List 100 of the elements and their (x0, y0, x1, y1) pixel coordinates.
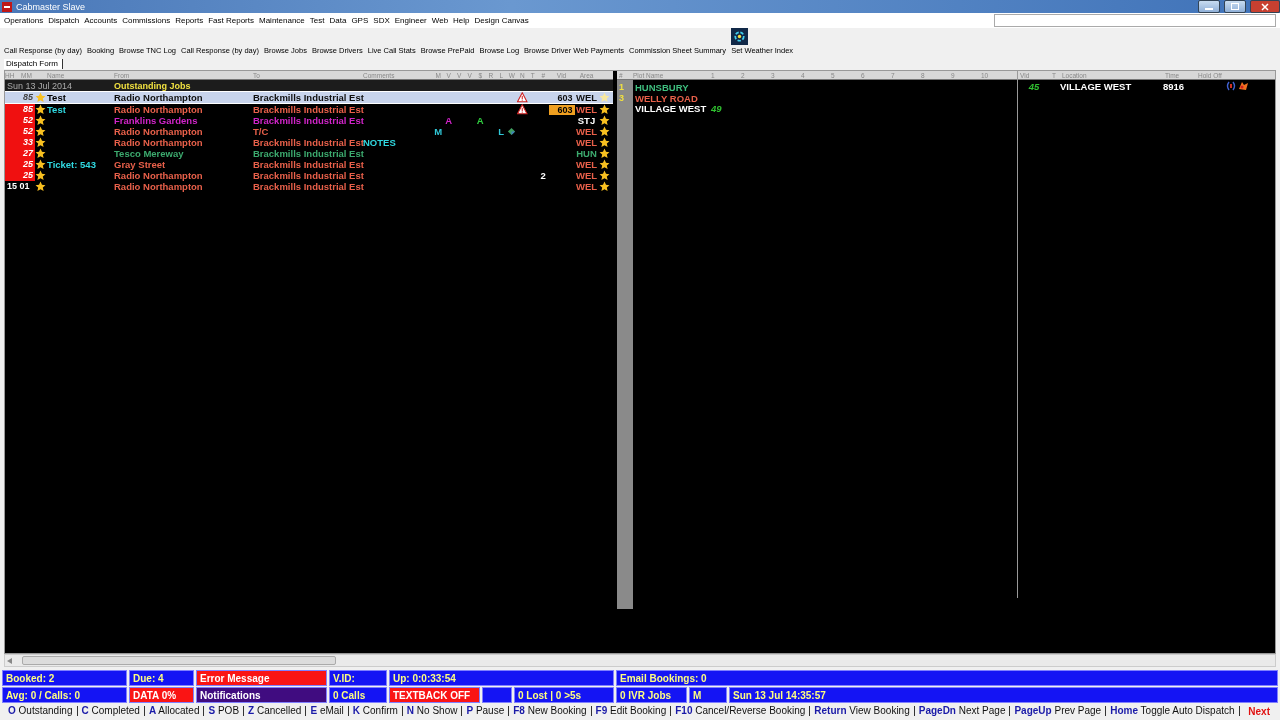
minimize-button[interactable] (1198, 0, 1220, 13)
maximize-icon (1231, 3, 1239, 10)
status-cell: DATA 0% (129, 687, 194, 703)
time-cell: 52 (5, 126, 35, 137)
plot-name[interactable]: HUNSBURY (635, 82, 711, 93)
close-button[interactable] (1250, 0, 1280, 13)
star-icon (35, 170, 46, 181)
star-icon (35, 92, 46, 103)
star-icon (598, 92, 610, 103)
job-row[interactable]: 33 Radio Northampton Brackmills Industrial EstNOTES WEL (5, 137, 613, 148)
star-icon (35, 115, 46, 126)
star-icon (35, 137, 46, 148)
hotkey-hint: PageUp Prev Page (1010, 706, 1107, 716)
hotkey-hint: F10 Cancel/Reverse Booking (671, 706, 811, 716)
to-cell: Brackmills Industrial Est (253, 159, 363, 170)
tab[interactable]: Dispatch Form (4, 59, 63, 69)
menu-item[interactable]: Reports (175, 16, 204, 25)
from-cell-text: Radio Northampton (114, 126, 204, 137)
menu-item[interactable]: Commissions (122, 16, 171, 25)
vehicle-number: 49 (711, 103, 723, 114)
status-cell: V.ID: (329, 670, 387, 686)
arrow-icon[interactable] (7, 657, 12, 664)
status-cell: Up: 0:0:33:54 (389, 670, 614, 686)
area-cell-text: HUN (575, 148, 598, 159)
search-field[interactable] (994, 14, 1276, 27)
to-cell: Brackmills Industrial Est (253, 92, 363, 103)
horizontal-scrollbar[interactable] (4, 654, 1276, 667)
status-cell: 0 IVR Jobs (616, 687, 687, 703)
status-cell: Booked: 2 (2, 670, 127, 686)
menu-item[interactable]: Operations (4, 16, 44, 25)
flag-cell-text: A (444, 115, 454, 126)
menu-item[interactable]: Fast Reports (208, 16, 254, 25)
area-cell: WEL (574, 170, 599, 181)
hotkey-hint: Return View Booking (810, 706, 915, 716)
status-cell: Avg: 0 / Calls: 0 (2, 687, 127, 703)
menu-item[interactable]: GPS (351, 16, 369, 25)
time-cell: 85 (5, 104, 35, 115)
menu-item[interactable]: Data (329, 16, 347, 25)
job-row[interactable]: 52 Radio Northampton T/C M L WEL (5, 126, 613, 137)
star-icon (598, 170, 610, 181)
weather-icon[interactable] (731, 28, 748, 45)
menu-item[interactable]: Engineer (394, 16, 427, 25)
job-row[interactable]: 15 01 Radio Northampton Brackmills Industrial Est WEL (5, 181, 613, 192)
warning-icon (517, 92, 528, 103)
next-link[interactable]: Next (1248, 705, 1270, 717)
vehicle-cell: 603 (548, 104, 575, 115)
menu-item[interactable]: Dispatch (48, 16, 80, 25)
from-cell-text: Franklins Gardens (114, 115, 199, 126)
flag-cell-text: A (475, 115, 485, 126)
status-cell: Notifications (196, 687, 327, 703)
to-cell: Brackmills Industrial Est (253, 148, 363, 159)
status-cell: Sun 13 Jul 14:35:57 (729, 687, 1278, 703)
menu-item[interactable]: SDX (373, 16, 390, 25)
star-icon (35, 126, 46, 137)
job-row[interactable]: 25 Radio Northampton Brackmills Industrial Est 2 WEL (5, 170, 613, 181)
menu-item[interactable]: Accounts (84, 16, 118, 25)
menu-item[interactable]: Web (431, 16, 449, 25)
status-cell (482, 687, 512, 703)
area-cell: WEL (574, 159, 599, 170)
job-row[interactable]: 85 Test Radio Northampton Brackmills Industrial Est 603 WEL (5, 91, 613, 104)
to-cell: Brackmills Industrial Est (253, 170, 363, 181)
to-cell: Brackmills Industrial Est (253, 104, 363, 115)
to-cell: Brackmills Industrial Est (253, 181, 363, 192)
job-row[interactable]: 52 Franklins Gardens Brackmills Industrial Est A A STJ (5, 115, 613, 126)
hotkey-hint: K Confirm (348, 706, 403, 716)
menu-item[interactable]: Help (453, 16, 470, 25)
comments-cell-text: NOTES (363, 137, 397, 148)
plot-number: 3 (618, 92, 625, 103)
job-row[interactable]: 85 Test Radio Northampton Brackmills Industrial Est 603 WEL (5, 104, 613, 115)
from-cell-text: Radio Northampton (114, 170, 204, 181)
area-cell: WEL (574, 92, 599, 103)
hotkey-hint: F8 New Booking (509, 706, 592, 716)
plot-name[interactable]: WELLY ROAD (635, 92, 711, 104)
date-label: Sun 13 Jul 2014 (6, 80, 74, 91)
flag-cell: M (433, 126, 444, 137)
plot-number: 1 (618, 82, 625, 93)
from-cell-text: Radio Northampton (114, 104, 204, 115)
warning-icon (517, 104, 528, 115)
to-cell: Brackmills Industrial Est (253, 115, 363, 126)
menu-item[interactable]: Design Canvas (474, 16, 529, 25)
close-icon (1261, 2, 1269, 11)
hotkey-hint: PageDn Next Page (914, 706, 1011, 716)
to-cell: Brackmills Industrial Est (253, 137, 363, 148)
job-row[interactable]: 25 Ticket: 543 Gray Street Brackmills Industrial Est WEL (5, 159, 613, 170)
menu-item[interactable]: Test (309, 16, 325, 25)
hotkey-hint: F9 Edit Booking (591, 706, 672, 716)
hotkey-hint: C Completed (77, 706, 145, 716)
star-icon (598, 126, 610, 137)
hotkey-hint: P Pause (462, 706, 510, 716)
signal-icon (1226, 81, 1236, 91)
menu-item[interactable]: Maintenance (259, 16, 305, 25)
status-cell: TEXTBACK OFF (389, 687, 480, 703)
name-cell-text: Test (47, 92, 67, 103)
star-icon (598, 104, 610, 115)
maximize-button[interactable] (1224, 0, 1246, 13)
plot-name[interactable]: VILLAGE WEST (635, 103, 711, 114)
from-cell-text: Gray Street (114, 159, 167, 170)
job-row[interactable]: 27 Tesco Mereway Brackmills Industrial Est HUN (5, 148, 613, 159)
star-icon (35, 148, 46, 159)
star-icon (598, 137, 610, 148)
